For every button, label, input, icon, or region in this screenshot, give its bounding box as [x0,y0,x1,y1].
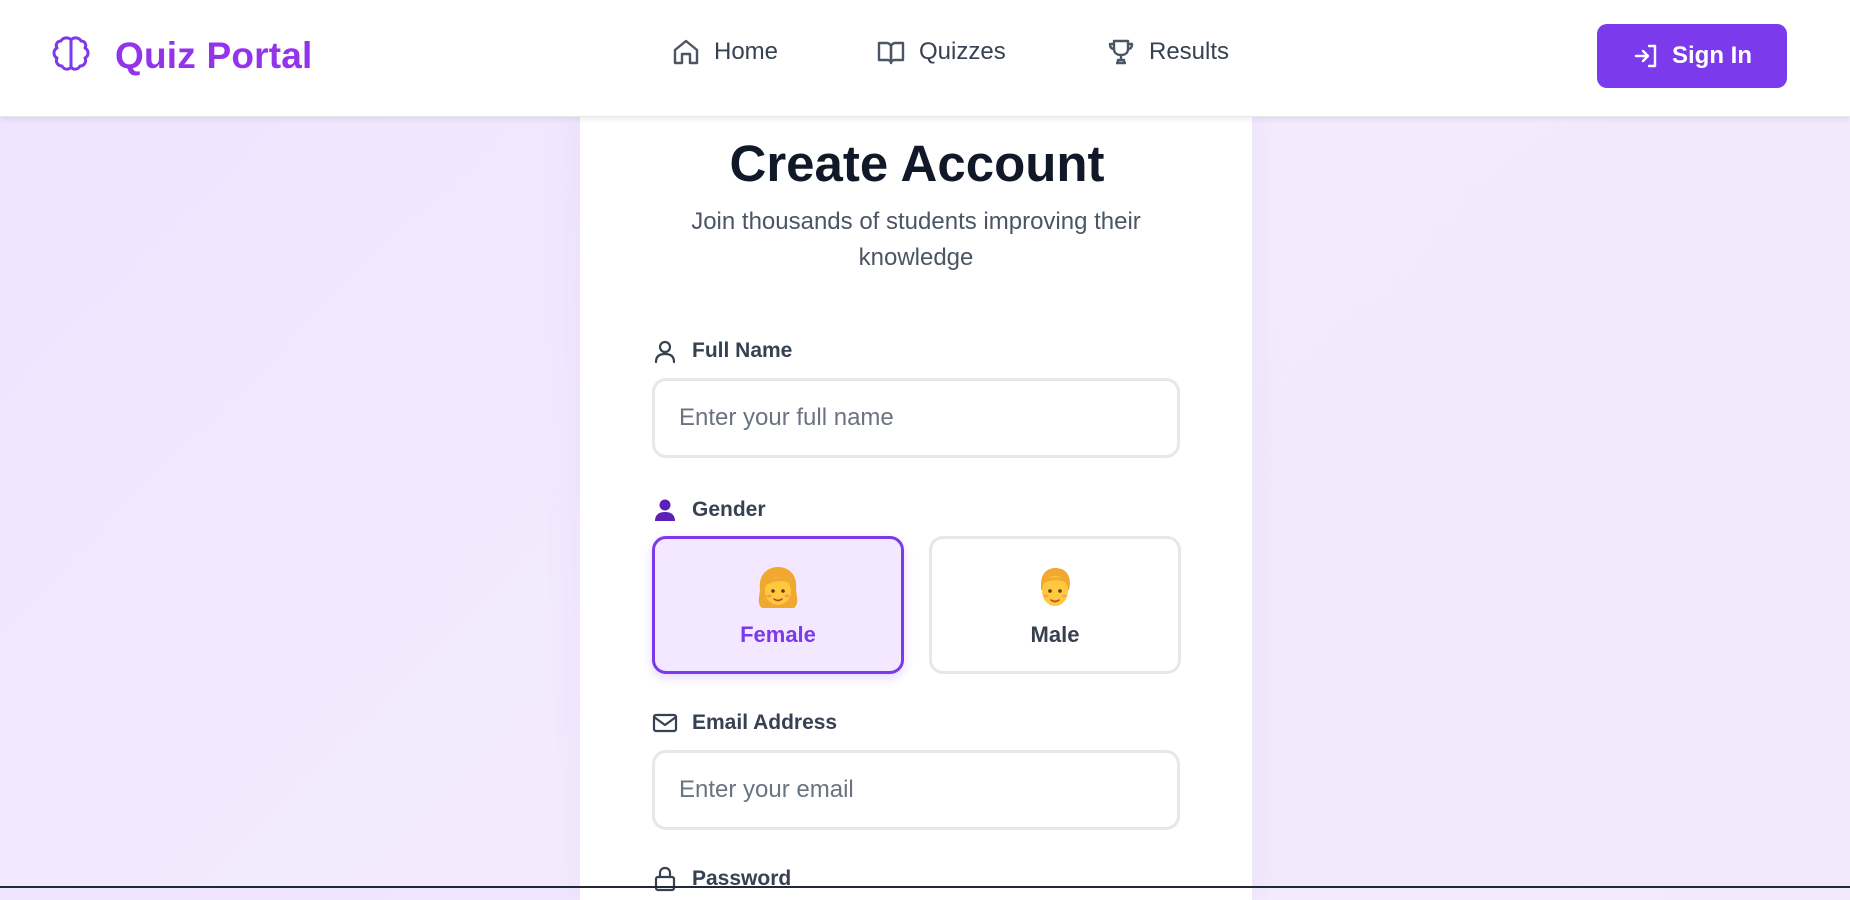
brand-logo[interactable]: Quiz Portal [47,30,313,82]
trophy-icon [1108,39,1134,65]
gender-option-male[interactable]: Male [929,536,1181,674]
brain-icon [52,36,90,71]
sign-in-icon [1634,44,1657,68]
man-emoji-icon [1041,568,1070,606]
gender-label: Gender [652,497,766,523]
gender-option-male-label: Male [1030,622,1080,647]
nav-item-results[interactable]: Results [1105,36,1229,68]
nav-item-home[interactable]: Home [670,36,778,68]
mail-icon [652,713,678,733]
email-label-text: Email Address [692,711,838,734]
full-name-label: Full Name [652,338,792,364]
gender-label-text: Gender [692,498,766,521]
book-icon [877,41,905,65]
password-label: Password [652,866,791,892]
nav-item-quizzes[interactable]: Quizzes [875,36,1006,68]
full-name-label-text: Full Name [692,339,793,362]
full-name-input[interactable] [652,378,1180,458]
brand-name: Quiz Portal [115,35,313,76]
nav-label-home: Home [714,38,779,65]
nav-label-results: Results [1149,38,1230,65]
woman-emoji-icon [758,567,798,608]
page-subtitle: Join thousands of students improving the… [691,208,1141,271]
nav-label-quizzes: Quizzes [919,38,1006,65]
email-label: Email Address [652,710,837,736]
sign-in-label: Sign In [1672,42,1752,69]
user-icon [654,340,676,364]
lock-icon [654,866,676,892]
email-input[interactable] [652,750,1180,830]
home-icon [673,39,699,65]
page-title: Create Account [729,135,1105,192]
sign-in-button[interactable]: Sign In [1597,24,1787,88]
gender-option-female-label: Female [740,622,816,647]
top-navbar: Quiz Portal Home Quizzes Results Sign In [0,0,1850,117]
person-silhouette-icon [655,499,675,521]
gender-option-female[interactable]: Female [652,536,904,674]
